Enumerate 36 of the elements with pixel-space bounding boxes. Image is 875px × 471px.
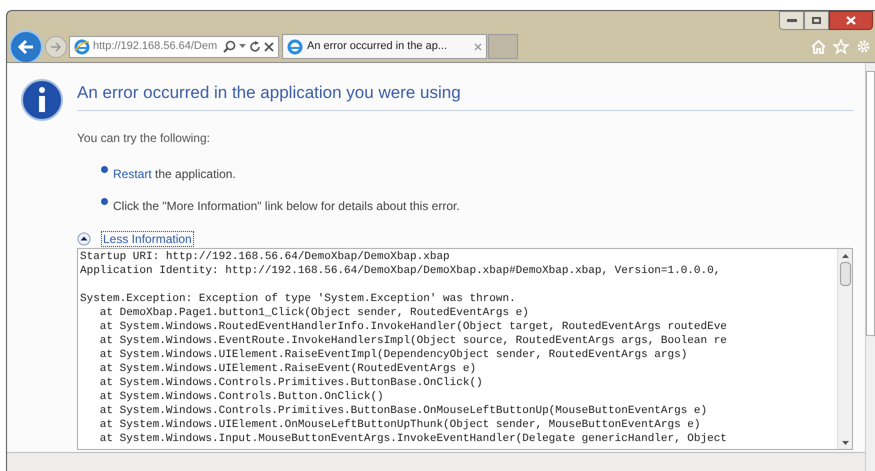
intro-text: You can try the following: <box>77 130 211 146</box>
back-arrow-icon <box>17 38 35 54</box>
forward-arrow-icon <box>50 42 62 52</box>
tab-title: An error occurred in the ap... <box>307 39 448 54</box>
scroll-down-icon[interactable] <box>842 440 848 444</box>
error-details-text: Startup URI: http://192.168.56.64/DemoXbap/DemoXbap.xbap Application Identity: http://192.168.56.64/DemoXbap/DemoXbap.xbap#DemoXbap.xbap, Version=1.0.0.0, System.Exception: Exception of type 'System.Exception' was thrown. at DemoXbap.Page1.button1_Click(Object sender, RoutedEventArgs e) at System.Windows.RoutedEventHandlerInfo.InvokeHandler(Object target, RoutedEventArgs routedEve at System.Windows.EventRoute.InvokeHandlersImpl(Object source, RoutedEventArgs args, Boolean re at System.Windows.UIElement.RaiseEventImpl(DependencyObject sender, RoutedEventArgs args) at System.Windows.UIElement.RaiseEvent(RoutedEventArgs e) at System.Windows.Controls.Primitives.ButtonBase.OnClick() at System.Windows.Controls.Button.OnClick() at System.Windows.Controls.Primitives.ButtonBase.OnMouseLeftButtonUp(MouseButtonEventArgs e) at System.Windows.UIElement.OnMouseLeftButtonUpThunk(Object sender, MouseButtonEventArgs e) at System.Windows.Input.MouseButtonEventArgs.InvokeEventHandler(Delegate genericHandler, Object <box>79 250 728 446</box>
url-text: http://192.168.56.64/Dem <box>93 39 218 54</box>
refresh-icon[interactable] <box>249 40 261 52</box>
details-scrollbar[interactable] <box>837 248 852 448</box>
restart-link[interactable]: Restart <box>113 166 152 180</box>
suggestion-text: Click the "More Information" link below for details about this error. <box>113 198 460 214</box>
bullet-icon <box>101 166 108 172</box>
scrollbar-thumb[interactable] <box>840 262 850 286</box>
close-button[interactable] <box>829 11 873 30</box>
close-icon[interactable] <box>474 42 482 50</box>
back-button[interactable] <box>9 30 43 64</box>
error-heading: An error occurred in the application you were using <box>77 63 853 110</box>
less-information-link[interactable]: Less Information <box>101 230 194 246</box>
address-bar[interactable]: http://192.168.56.64/Dem <box>69 36 279 58</box>
browser-logo-icon <box>74 38 90 54</box>
scrollbar-thumb[interactable] <box>866 71 875 336</box>
minimize-button[interactable] <box>779 11 804 30</box>
stop-icon[interactable] <box>264 42 274 52</box>
search-icon[interactable] <box>223 40 236 53</box>
browser-tab[interactable]: An error occurred in the ap... <box>282 34 487 59</box>
star-icon[interactable] <box>833 39 849 54</box>
dropdown-caret-icon[interactable] <box>239 44 246 49</box>
info-icon <box>21 79 63 121</box>
suggestion-text: Restart the application. <box>113 166 236 182</box>
close-icon <box>846 16 856 25</box>
page-scrollbar[interactable] <box>865 63 875 471</box>
browser-logo-icon <box>287 38 303 54</box>
maximize-button[interactable] <box>804 11 829 30</box>
scroll-up-icon[interactable] <box>842 254 848 258</box>
bullet-icon <box>101 198 108 204</box>
collapse-icon[interactable] <box>77 232 91 246</box>
